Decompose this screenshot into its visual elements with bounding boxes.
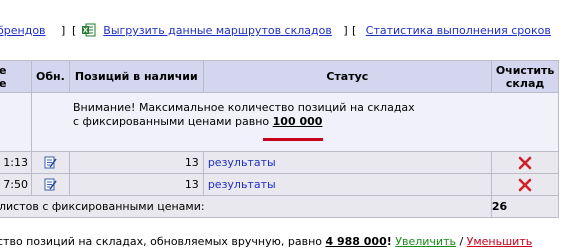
increase-link[interactable]: Увеличить xyxy=(395,235,456,248)
notice-row: Внимание! Максимальное количество позици… xyxy=(0,92,560,152)
bracket: ] xyxy=(343,24,348,37)
row-time: 1:13 xyxy=(0,151,32,174)
row-delete-cell xyxy=(490,151,560,174)
manual-positions-value: 4 988 000 xyxy=(325,235,387,248)
warehouse-page: брендов ] [ X Выгрузить данные маршрутов… xyxy=(0,0,564,249)
footer-separator: / xyxy=(455,235,467,248)
notice-cell: Внимание! Максимальное количество позици… xyxy=(30,92,560,152)
row-status: результаты xyxy=(202,151,492,174)
footer-exclamation: ! xyxy=(386,235,392,248)
table-row: 1:13 13 результаты xyxy=(0,151,560,174)
notice-cell-empty xyxy=(0,92,32,152)
column-header-clear-warehouse: Очистить склад xyxy=(490,60,560,93)
decrease-link[interactable]: Уменьшить xyxy=(467,235,533,248)
brands-link[interactable]: брендов xyxy=(0,24,46,37)
footer-prefix: ство позиций на складах, обновляемых вру… xyxy=(0,235,326,248)
column-header-refresh: Обн. xyxy=(31,60,70,93)
row-count: 13 xyxy=(68,173,204,196)
row-delete-cell xyxy=(490,173,560,196)
delete-icon[interactable] xyxy=(518,178,532,192)
excel-icon: X xyxy=(81,23,96,37)
notice-prefix: с фиксированными ценами равно xyxy=(73,115,273,128)
delete-icon[interactable] xyxy=(518,156,532,170)
summary-row: листов с фиксированными ценами: 26 xyxy=(0,195,560,218)
edit-icon[interactable] xyxy=(44,156,57,169)
max-positions-value: 100 000 xyxy=(272,115,323,128)
bracket: [ xyxy=(72,24,77,37)
deadline-stats-link[interactable]: Статистика выполнения сроков xyxy=(366,24,551,37)
export-routes-link[interactable]: Выгрузить данные маршрутов складов xyxy=(103,24,332,37)
summary-label: листов с фиксированными ценами: xyxy=(0,195,492,218)
svg-text:X: X xyxy=(83,27,89,35)
bracket: [ xyxy=(352,24,357,37)
bracket: ] xyxy=(61,24,66,37)
footer-line: ство позиций на складах, обновляемых вру… xyxy=(0,235,561,249)
table-row: 7:50 13 результаты xyxy=(0,173,560,196)
results-link[interactable]: результаты xyxy=(208,156,276,169)
table-header-row: ее Обн. Позиций в наличии Статус Очистит… xyxy=(0,60,560,93)
row-count: 13 xyxy=(68,151,204,174)
column-header-status: Статус xyxy=(202,60,492,93)
row-edit-cell xyxy=(31,173,70,196)
row-time: 7:50 xyxy=(0,173,32,196)
column-header-truncated: ее xyxy=(0,60,32,93)
results-link[interactable]: результаты xyxy=(208,178,276,191)
notice-line-2: с фиксированными ценами равно 100 000 xyxy=(73,115,554,129)
top-link-group-3: [ Статистика выполнения сроков xyxy=(352,21,551,41)
top-link-bar: брендов ] [ X Выгрузить данные маршрутов… xyxy=(0,21,564,41)
column-header-in-stock: Позиций в наличии xyxy=(68,60,204,93)
top-link-group-1: брендов ] xyxy=(0,21,65,41)
row-status: результаты xyxy=(202,173,492,196)
top-link-group-2: [ X Выгрузить данные маршрутов складов ] xyxy=(72,21,348,41)
summary-value: 26 xyxy=(490,195,560,218)
highlight-underline xyxy=(263,138,323,141)
notice-line-1: Внимание! Максимальное количество позици… xyxy=(73,101,415,114)
row-edit-cell xyxy=(31,151,70,174)
edit-icon[interactable] xyxy=(44,178,57,191)
